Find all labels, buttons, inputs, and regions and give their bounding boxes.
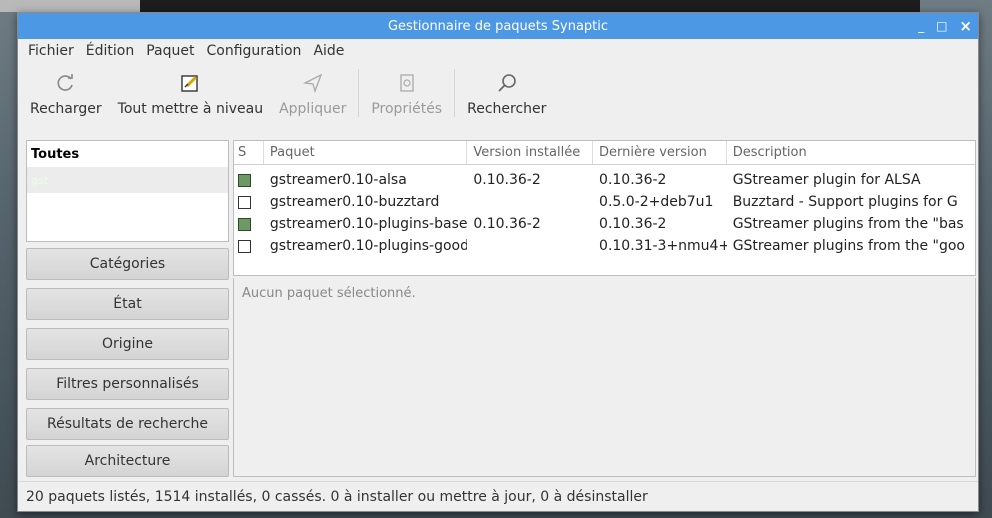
- column-header-latest-version[interactable]: Dernière version: [593, 141, 727, 164]
- table-row[interactable]: gstreamer0.10-alsa 0.10.36-2 0.10.36-2 G…: [234, 169, 975, 191]
- menu-help[interactable]: Aide: [307, 43, 350, 59]
- package-name: gstreamer0.10-alsa: [269, 172, 407, 188]
- table-row[interactable]: gstreamer0.10-buzztard 0.5.0-2+deb7u1 Bu…: [234, 191, 975, 213]
- latest-version: 0.10.31-3+nmu4+: [599, 238, 727, 254]
- main-content: Toutes gst Catégories État Origine Filtr…: [22, 140, 976, 477]
- reload-button[interactable]: Recharger: [22, 63, 110, 123]
- background-window-strip: [0, 0, 140, 12]
- close-button[interactable]: ×: [959, 17, 972, 35]
- status-cell: [234, 191, 264, 213]
- properties-icon: [395, 71, 419, 95]
- reload-label: Recharger: [30, 101, 102, 117]
- table-header: S Paquet Version installée Dernière vers…: [234, 141, 975, 165]
- maximize-button[interactable]: □: [936, 19, 947, 33]
- search-icon: [495, 71, 519, 95]
- installed-version: [467, 235, 593, 257]
- apply-button[interactable]: Appliquer: [271, 63, 354, 123]
- installed-version: [467, 191, 593, 213]
- toolbar-separator: [454, 69, 456, 117]
- categories-button[interactable]: Catégories: [26, 248, 229, 280]
- column-header-installed-version[interactable]: Version installée: [467, 141, 594, 164]
- status-cell: [234, 169, 264, 191]
- package-description: Buzztard - Support plugins for G: [732, 194, 958, 210]
- column-header-description[interactable]: Description: [727, 141, 975, 164]
- table-row[interactable]: gstreamer0.10-plugins-base 0.10.36-2 0.1…: [234, 213, 975, 235]
- package-name: gstreamer0.10-plugins-base: [269, 216, 468, 232]
- synaptic-window: Gestionnaire de paquets Synaptic _ □ × F…: [17, 12, 979, 512]
- table-row[interactable]: gstreamer0.10-plugins-good 0.10.31-3+nmu…: [234, 235, 975, 257]
- apply-icon: [301, 71, 325, 95]
- origin-button[interactable]: Origine: [26, 328, 229, 360]
- status-cell: [234, 235, 264, 257]
- package-description: GStreamer plugins from the "bas: [732, 216, 964, 232]
- window-controls: _ □ ×: [918, 13, 972, 39]
- status-cell: [234, 213, 264, 235]
- package-name: gstreamer0.10-plugins-good: [269, 238, 468, 254]
- properties-label: Propriétés: [371, 101, 443, 117]
- package-status-checkbox[interactable]: [238, 217, 251, 231]
- menu-package[interactable]: Paquet: [140, 43, 200, 59]
- latest-version: 0.10.36-2: [599, 216, 667, 232]
- architecture-button[interactable]: Architecture: [26, 445, 229, 477]
- package-status-checkbox[interactable]: [238, 173, 251, 187]
- installed-version: 0.10.36-2: [473, 216, 541, 232]
- package-description: GStreamer plugins from the "goo: [732, 238, 965, 254]
- menu-settings[interactable]: Configuration: [200, 43, 307, 59]
- upgrade-icon: [178, 71, 202, 95]
- window-title: Gestionnaire de paquets Synaptic: [387, 18, 609, 34]
- properties-button[interactable]: Propriétés: [363, 63, 450, 123]
- minimize-button[interactable]: _: [918, 19, 924, 33]
- package-description: GStreamer plugin for ALSA: [732, 172, 921, 188]
- package-name: gstreamer0.10-buzztard: [269, 194, 440, 210]
- status-text: 20 paquets listés, 1514 installés, 0 cas…: [26, 488, 648, 505]
- status-bar: 20 paquets listés, 1514 installés, 0 cas…: [18, 481, 978, 511]
- reload-icon: [54, 71, 78, 95]
- latest-version: 0.10.36-2: [599, 172, 667, 188]
- apply-label: Appliquer: [279, 101, 347, 117]
- title-bar[interactable]: Gestionnaire de paquets Synaptic _ □ ×: [18, 13, 978, 39]
- column-header-package[interactable]: Paquet: [264, 141, 468, 164]
- package-table: S Paquet Version installée Dernière vers…: [233, 140, 976, 276]
- installed-version: 0.10.36-2: [473, 172, 541, 188]
- filter-item-search[interactable]: gst: [27, 167, 228, 193]
- filter-list: Toutes gst: [26, 140, 229, 242]
- filter-item-all[interactable]: Toutes: [27, 141, 228, 167]
- toolbar-separator: [358, 69, 360, 117]
- package-status-checkbox[interactable]: [238, 195, 251, 209]
- upgrade-label: Tout mettre à niveau: [117, 101, 264, 117]
- search-button[interactable]: Rechercher: [459, 63, 554, 123]
- toolbar: Recharger Tout mettre à niveau Appliquer…: [18, 63, 978, 123]
- latest-version: 0.5.0-2+deb7u1: [599, 194, 714, 210]
- column-header-status[interactable]: S: [234, 141, 264, 164]
- search-label: Rechercher: [467, 101, 547, 117]
- no-package-selected-text: Aucun paquet sélectionné.: [242, 286, 416, 301]
- upgrade-all-button[interactable]: Tout mettre à niveau: [110, 63, 271, 123]
- package-status-checkbox[interactable]: [238, 239, 251, 253]
- status-button[interactable]: État: [26, 288, 229, 320]
- menu-edit[interactable]: Édition: [80, 43, 140, 59]
- search-results-button[interactable]: Résultats de recherche: [26, 408, 229, 440]
- menu-file[interactable]: Fichier: [22, 43, 80, 59]
- background-terminal-strip: [140, 0, 920, 12]
- package-details-panel: Aucun paquet sélectionné.: [233, 278, 976, 477]
- custom-filters-button[interactable]: Filtres personnalisés: [26, 368, 229, 400]
- menu-bar: Fichier Édition Paquet Configuration Aid…: [18, 39, 978, 63]
- filter-panel: Toutes gst Catégories État Origine Filtr…: [22, 140, 229, 477]
